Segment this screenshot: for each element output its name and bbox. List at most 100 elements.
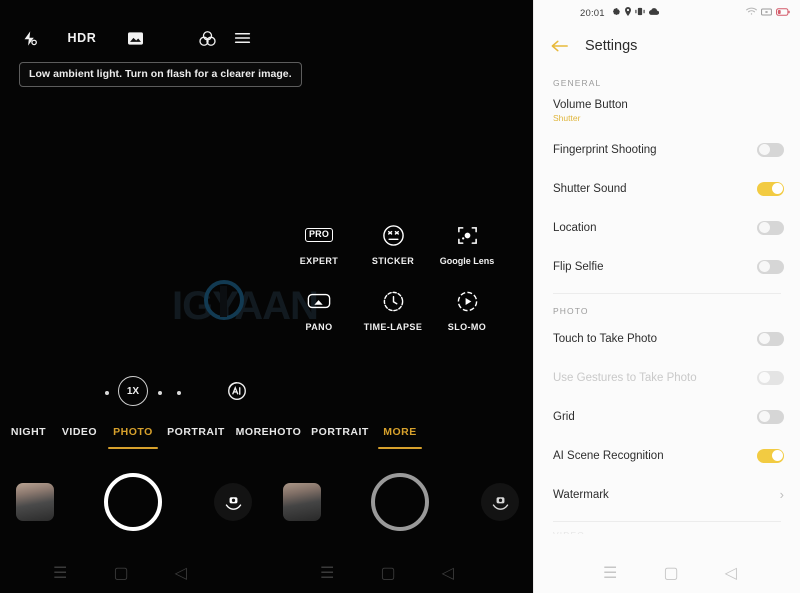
gallery-thumbnail[interactable] [16, 483, 54, 521]
mode-tab-night[interactable]: NIGHT [6, 426, 51, 449]
row-label: Grid [553, 410, 575, 423]
clock-icon [380, 288, 406, 314]
back-icon[interactable]: ◁ [442, 563, 454, 583]
tab-underline [308, 447, 372, 449]
tab-label: MOREHOTO [235, 426, 302, 438]
setting-row-fingerprint-shooting[interactable]: Fingerprint Shooting [534, 130, 800, 169]
slow-motion-icon [454, 288, 480, 314]
mode-tab-morehoto[interactable]: MOREHOTO [232, 426, 305, 449]
mode-tab-portrait-2[interactable]: PORTRAIT [308, 426, 372, 449]
home-icon[interactable]: ▢ [380, 563, 395, 583]
recents-icon[interactable]: ☰ [53, 563, 67, 583]
pro-badge-text: PRO [304, 228, 334, 242]
tab-label: NIGHT [10, 426, 47, 438]
mode-expert[interactable]: PRO EXPERT [282, 222, 356, 266]
setting-row-grid[interactable]: Grid [534, 397, 800, 436]
hdr-button[interactable]: HDR [62, 23, 102, 53]
tab-underline [164, 447, 228, 449]
camera-settings-panel: 20:01 Settings GENERAL Volume Button Shu… [533, 0, 800, 593]
back-arrow-icon[interactable] [551, 39, 568, 53]
toggle-grid[interactable] [757, 409, 784, 424]
row-label: Touch to Take Photo [553, 332, 657, 345]
sticker-face-icon [380, 222, 406, 248]
status-bar: 20:01 [534, 0, 800, 26]
home-icon[interactable]: ▢ [663, 563, 678, 583]
mode-slo-mo[interactable]: SLO-MO [430, 288, 504, 332]
row-label: Location [553, 221, 597, 234]
row-label: Watermark [553, 488, 609, 501]
gallery-thumbnail[interactable] [283, 483, 321, 521]
back-icon[interactable]: ◁ [725, 563, 737, 583]
android-navbar-primary: ☰ ▢ ◁ [30, 553, 210, 593]
toggle-knob [758, 333, 770, 344]
home-icon[interactable]: ▢ [113, 563, 128, 583]
back-icon[interactable]: ◁ [175, 563, 187, 583]
toggle-knob [758, 411, 770, 422]
mode-time-lapse[interactable]: TIME-LAPSE [356, 288, 430, 332]
shutter-button[interactable] [371, 473, 429, 531]
row-text: Use Gestures to Take Photo [553, 372, 757, 384]
recents-icon[interactable]: ☰ [603, 563, 617, 583]
color-filter-icon[interactable] [190, 23, 224, 53]
zoom-level-button[interactable]: 1X [118, 376, 148, 406]
toggle-fingerprint-shooting[interactable] [757, 142, 784, 157]
setting-row-ai-scene-recognition[interactable]: AI Scene Recognition [534, 436, 800, 475]
flip-camera-icon[interactable] [481, 483, 519, 521]
toggle-knob [771, 450, 783, 461]
toggle-shutter-sound[interactable] [757, 181, 784, 196]
toggle-knob [758, 222, 770, 233]
mode-pano[interactable]: PANO [282, 288, 356, 332]
row-label: Flip Selfie [553, 260, 604, 273]
flash-off-icon[interactable] [12, 23, 46, 53]
hamburger-menu-icon[interactable] [225, 23, 259, 53]
ai-scene-icon[interactable] [226, 380, 248, 402]
row-label: Volume Button [553, 98, 628, 111]
status-time: 20:01 [580, 7, 605, 19]
pro-badge-icon: PRO [304, 222, 334, 248]
setting-row-flip-selfie[interactable]: Flip Selfie [534, 247, 800, 286]
toggle-knob [758, 144, 770, 155]
settings-header: Settings [534, 26, 800, 66]
zoom-dot [177, 391, 181, 395]
dual-phone-screenshot: HDR Low ambient light. Turn on flash for… [0, 0, 800, 593]
setting-row-location[interactable]: Location [534, 208, 800, 247]
mode-label: Google Lens [439, 256, 495, 266]
gear-icon [612, 7, 621, 19]
shutter-button[interactable] [104, 473, 162, 531]
row-text: Touch to Take Photo [553, 333, 757, 345]
mode-tab-video[interactable]: VIDEO [57, 426, 102, 449]
mode-tab-photo[interactable]: PHOTO [108, 426, 158, 449]
watermark-bar [220, 286, 227, 317]
tab-underline [378, 447, 422, 449]
setting-row-shutter-sound[interactable]: Shutter Sound [534, 169, 800, 208]
zoom-dot [158, 391, 162, 395]
recents-icon[interactable]: ☰ [320, 563, 334, 583]
mode-sticker[interactable]: STICKER [356, 222, 430, 266]
toggle-flip-selfie[interactable] [757, 259, 784, 274]
toggle-knob [771, 183, 783, 194]
tab-label: PHOTO [113, 426, 153, 438]
flip-camera-icon[interactable] [214, 483, 252, 521]
tab-underline [6, 447, 51, 449]
row-text: Watermark [553, 489, 780, 501]
mode-label: STICKER [371, 256, 415, 266]
tab-label: PORTRAIT [167, 426, 225, 438]
tab-label: VIDEO [61, 426, 98, 438]
row-text: Grid [553, 411, 757, 423]
row-label: Use Gestures to Take Photo [553, 371, 697, 384]
zoom-selector[interactable] [0, 378, 533, 408]
setting-row-volume-button[interactable]: Volume Button Shutter [534, 91, 800, 130]
setting-row-touch-to-take-photo[interactable]: Touch to Take Photo [534, 319, 800, 358]
mode-google-lens[interactable]: Google Lens [430, 222, 504, 266]
toggle-location[interactable] [757, 220, 784, 235]
setting-row-watermark[interactable]: Watermark › [534, 475, 800, 514]
toggle-knob [758, 372, 770, 383]
aspect-ratio-icon[interactable] [118, 23, 152, 53]
section-header-general: GENERAL [553, 78, 602, 88]
toggle-touch-to-take-photo[interactable] [757, 331, 784, 346]
mode-label: PANO [305, 322, 333, 332]
toggle-ai-scene-recognition[interactable] [757, 448, 784, 463]
mode-tab-more[interactable]: MORE [378, 426, 422, 449]
mode-tab-portrait[interactable]: PORTRAIT [164, 426, 228, 449]
google-lens-icon [454, 222, 480, 248]
